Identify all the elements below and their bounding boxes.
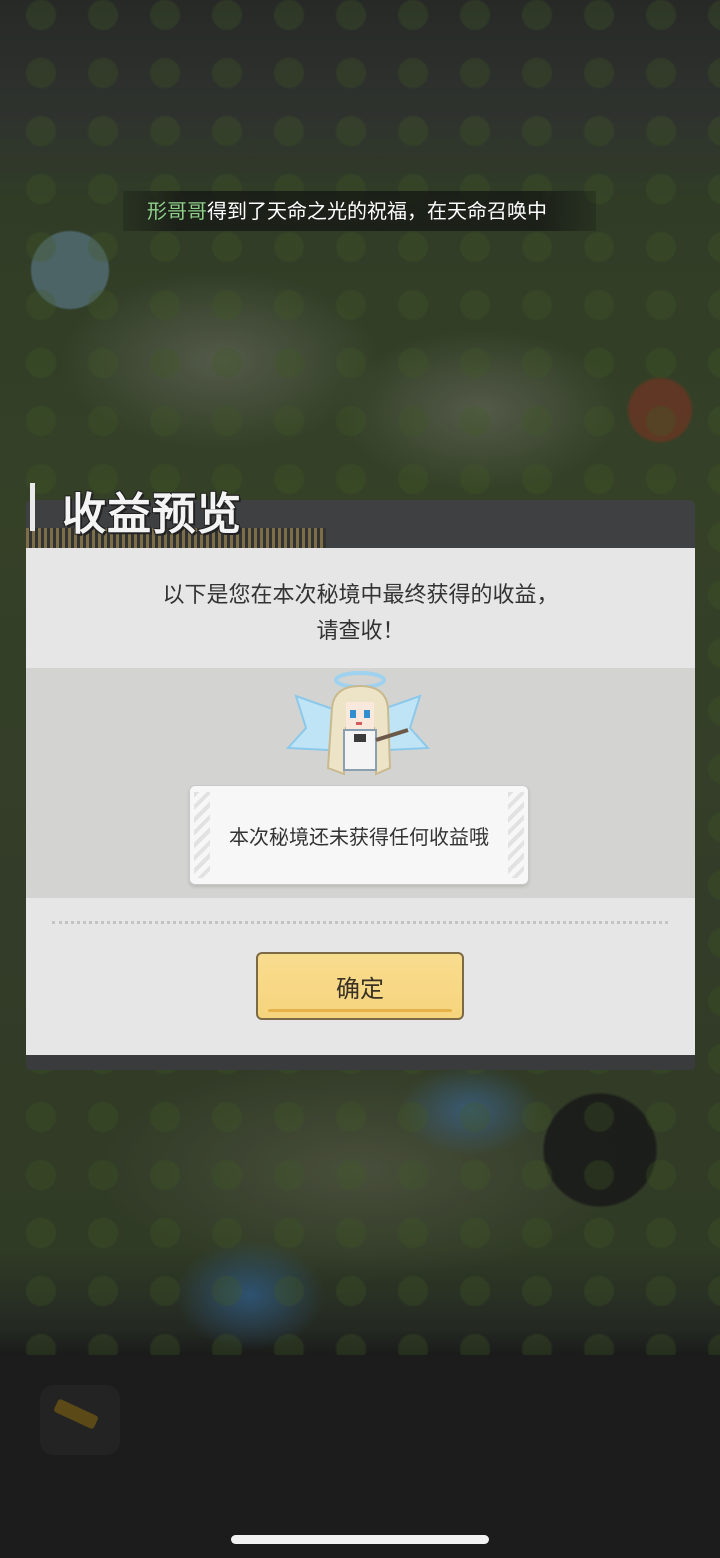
game-screen: 形哥哥得到了天命之光的祝福，在天命召唤中 收益预览 以下是您在本次秘境中最终获得… [0, 0, 720, 1558]
home-indicator[interactable] [231, 1535, 489, 1544]
broadcast-banner: 形哥哥得到了天命之光的祝福，在天命召唤中 [123, 191, 596, 231]
brush-icon[interactable] [40, 1385, 120, 1455]
dialog-message-line2: 请查收！ [316, 619, 405, 644]
dialog-footer [26, 1055, 695, 1070]
revenue-preview-dialog: 收益预览 以下是您在本次秘境中最终获得的收益， 请查收！ 本次秘境还未获得任何收… [26, 483, 695, 1070]
broadcast-message: 得到了天命之光的祝福，在天命召唤中 [207, 199, 547, 223]
confirm-button[interactable]: 确定 [256, 952, 464, 1020]
confirm-button-label: 确定 [336, 974, 384, 1003]
title-accent-bar [30, 483, 35, 531]
dotted-divider [52, 921, 668, 924]
dialog-body: 以下是您在本次秘境中最终获得的收益， 请查收！ 本次秘境还未获得任何收益哦 确定 [26, 548, 695, 1055]
reward-area: 本次秘境还未获得任何收益哦 [26, 668, 695, 898]
dialog-message: 以下是您在本次秘境中最终获得的收益， 请查收！ [26, 578, 695, 650]
empty-rewards-box: 本次秘境还未获得任何收益哦 [189, 785, 529, 885]
angel-fairy-mascot [285, 671, 431, 776]
broadcast-player-name: 形哥哥 [147, 199, 207, 223]
dialog-title: 收益预览 [62, 489, 242, 540]
dialog-message-line1: 以下是您在本次秘境中最终获得的收益， [162, 583, 559, 608]
empty-rewards-text: 本次秘境还未获得任何收益哦 [229, 824, 489, 849]
